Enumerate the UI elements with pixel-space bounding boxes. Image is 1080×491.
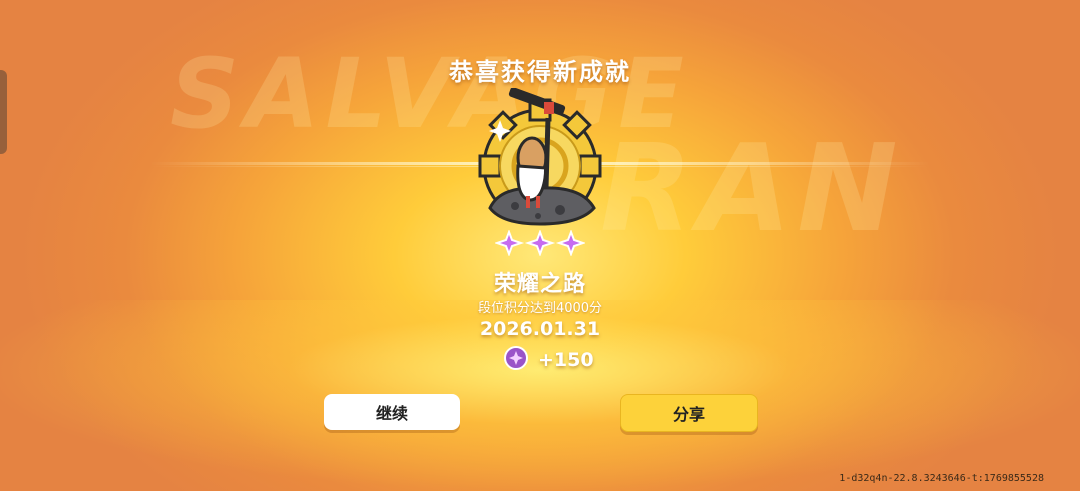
page-title: 恭喜获得新成就 xyxy=(449,58,631,86)
reward: +150 xyxy=(504,346,594,374)
achievement-description: 段位积分达到4000分 xyxy=(477,301,603,316)
achievement-name: 荣耀之路 xyxy=(493,272,586,297)
shovel-character-badge-icon xyxy=(460,87,620,238)
share-button[interactable]: 分享 xyxy=(620,394,758,432)
background-watermark-bottom: RAN xyxy=(600,120,904,259)
star-rating xyxy=(493,229,587,257)
reward-value: +150 xyxy=(538,349,594,371)
continue-button[interactable]: 继续 xyxy=(324,394,460,430)
achievement-date: 2026.01.31 xyxy=(479,318,601,340)
session-id-text: 1-d32q4n-22.8.3243646-t:1769855528 xyxy=(839,473,1044,484)
star-icon xyxy=(493,229,587,257)
gem-currency-icon xyxy=(504,346,528,374)
